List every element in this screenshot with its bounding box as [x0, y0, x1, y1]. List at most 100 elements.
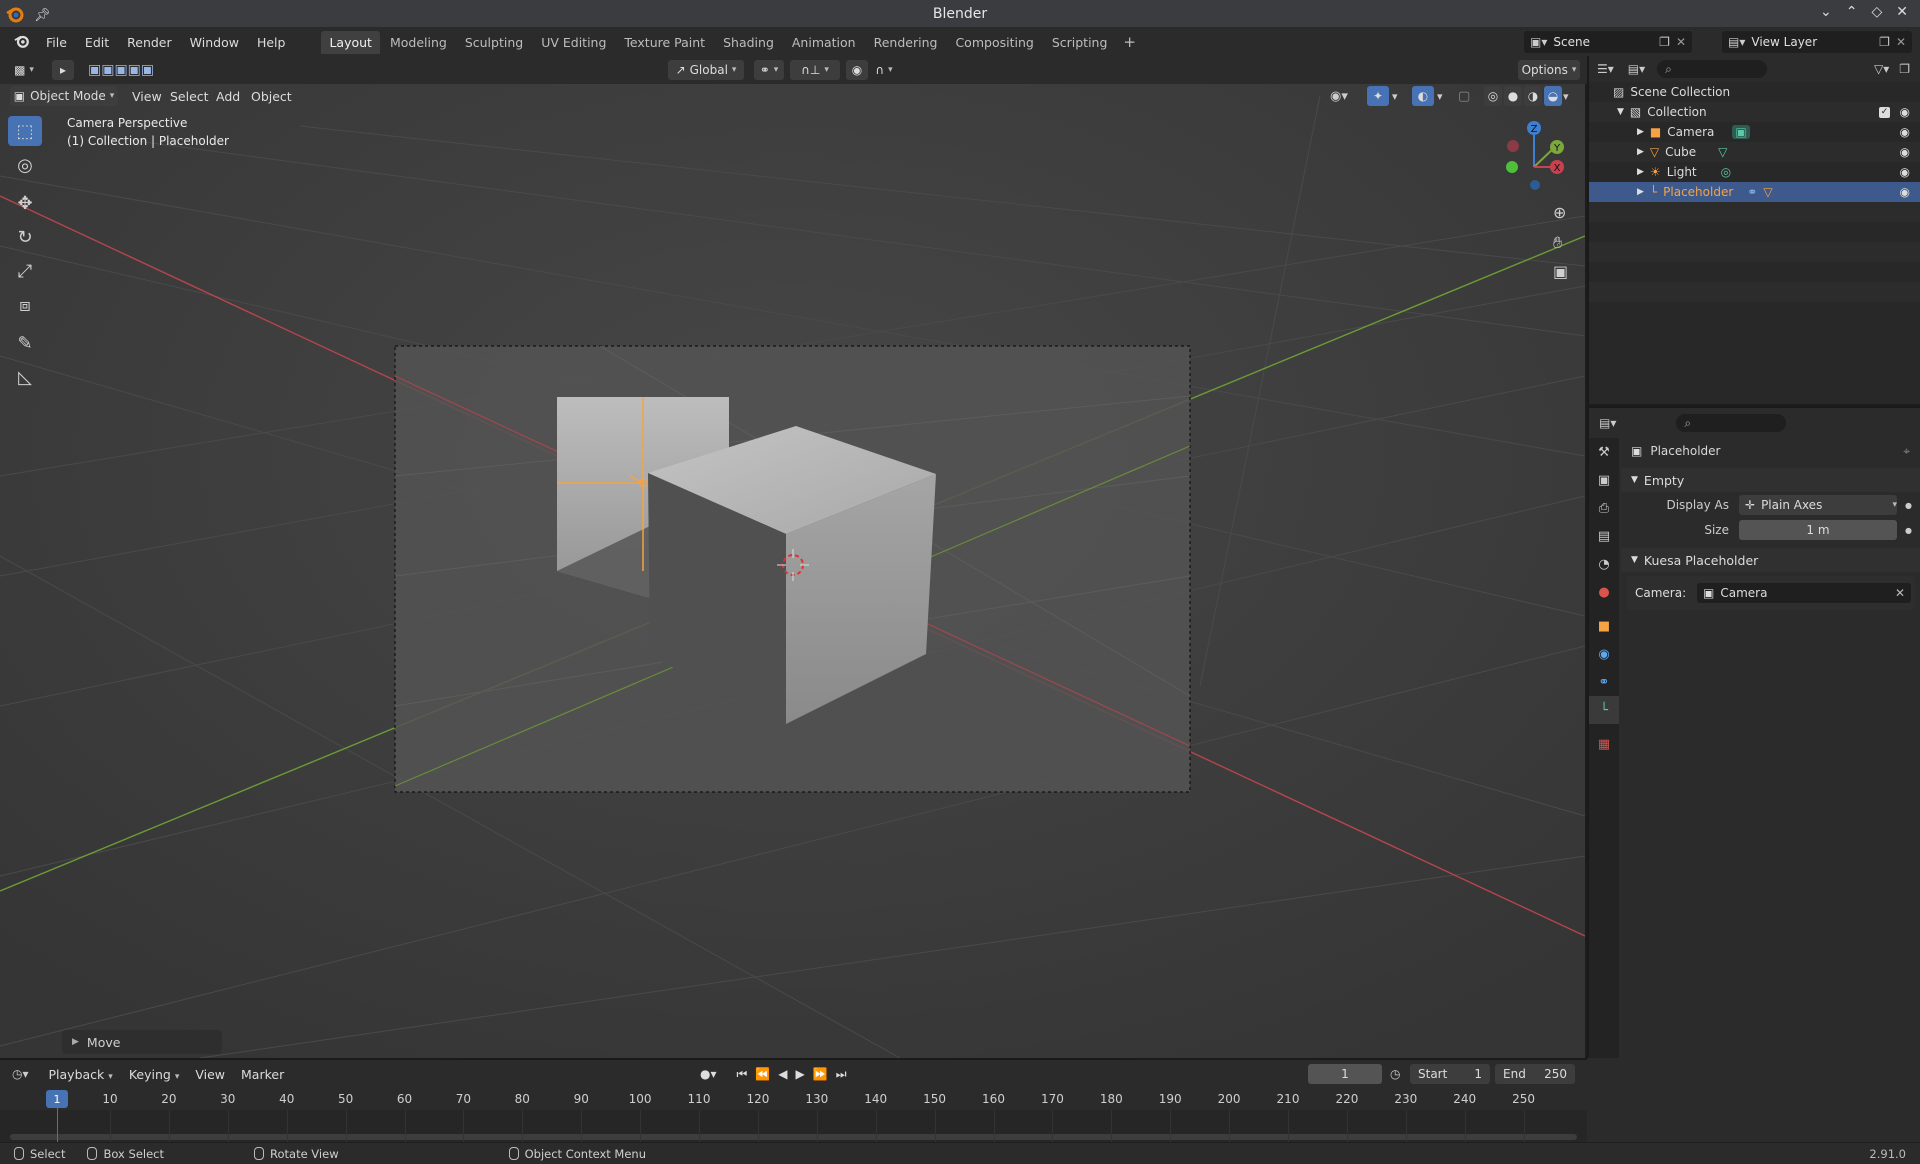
maximize-icon[interactable]: ⌃ [1846, 4, 1858, 20]
tab-shading[interactable]: Shading [715, 31, 782, 54]
rotate-tool-icon[interactable]: ↻ [8, 222, 42, 252]
jump-end-icon[interactable]: ⏭ [836, 1067, 847, 1082]
menu-window[interactable]: Window [182, 32, 247, 53]
preview-range-icon[interactable]: ◷ [1390, 1067, 1400, 1081]
measure-tool-icon[interactable]: ◺ [8, 362, 42, 392]
last-operator-panel[interactable]: ▶ Move [62, 1030, 222, 1054]
collection-exclude-checkbox[interactable]: ✓ [1879, 106, 1890, 118]
playhead-marker[interactable]: 1 [46, 1090, 68, 1108]
play-reverse-icon[interactable]: ◀ [778, 1067, 787, 1082]
restore-icon[interactable]: ◇ [1871, 4, 1882, 20]
menu-file[interactable]: File [38, 32, 75, 53]
tab-rendering[interactable]: Rendering [866, 31, 946, 54]
menu-edit[interactable]: Edit [77, 32, 117, 53]
scene-tab-icon[interactable]: ◔ [1589, 550, 1619, 578]
object-data-tab-icon[interactable]: └ [1589, 696, 1619, 724]
tool-tab-icon[interactable]: ⚒ [1589, 438, 1619, 466]
clear-camera-icon[interactable]: ✕ [1895, 586, 1905, 600]
pin-icon[interactable]: ⌖ [1903, 444, 1910, 459]
camera-view-icon[interactable]: ▣ [1553, 262, 1568, 281]
timeline-menu-view[interactable]: View [187, 1064, 233, 1085]
outliner-item-placeholder[interactable]: ▶ └ Placeholder ⚭ ▽ ◉ [1589, 182, 1920, 202]
material-shading-icon[interactable]: ◑ [1524, 86, 1542, 106]
display-as-dropdown[interactable]: ✛ Plain Axes [1739, 495, 1897, 515]
timeline-menu-keying[interactable]: Keying [121, 1064, 188, 1085]
light-visibility-icon[interactable]: ◉ [1900, 165, 1910, 179]
select-mode-icon[interactable]: ▸ [52, 60, 74, 80]
constraint-icon[interactable]: ⚭ [1747, 185, 1757, 199]
current-frame-field[interactable]: 1 [1308, 1064, 1382, 1084]
scale-tool-icon[interactable]: ⤢ [8, 256, 42, 286]
gizmo-dropdown-icon[interactable]: ▾ [1392, 90, 1398, 103]
select-box-tool-icon[interactable]: ⬚ [8, 116, 42, 146]
timeline-menu-marker[interactable]: Marker [233, 1064, 292, 1085]
tab-scripting[interactable]: Scripting [1044, 31, 1116, 54]
camera-expand-icon[interactable]: ▶ [1637, 127, 1644, 137]
options-dropdown[interactable]: Options [1518, 60, 1580, 80]
view-layer-name[interactable]: View Layer [1751, 35, 1879, 49]
size-keyframe-icon[interactable]: ● [1905, 526, 1912, 535]
jump-start-icon[interactable]: ⏮ [737, 1067, 748, 1082]
play-icon[interactable]: ▶ [796, 1067, 805, 1082]
move-tool-icon[interactable]: ✥ [8, 188, 42, 218]
world-tab-icon[interactable]: ● [1589, 578, 1619, 606]
menu-help[interactable]: Help [249, 32, 294, 53]
camera-visibility-icon[interactable]: ◉ [1900, 125, 1910, 139]
timeline-track[interactable] [0, 1110, 1587, 1144]
tab-compositing[interactable]: Compositing [947, 31, 1041, 54]
mode-dropdown[interactable]: ▣ Object Mode [10, 86, 118, 106]
pan-view-icon[interactable]: ✋︎ [1553, 233, 1562, 252]
outliner-item-camera[interactable]: ▶ ■ Camera ▣ ◉ [1589, 122, 1920, 142]
xray-icon[interactable]: ▢ [1458, 89, 1470, 104]
editor-type-icon[interactable]: ▩ [8, 60, 40, 80]
properties-search-field[interactable]: ⌕ [1676, 414, 1787, 432]
new-view-layer-icon[interactable]: ❐ [1879, 35, 1890, 49]
display-mode-icon[interactable]: ▤▾ [1628, 62, 1645, 76]
timeline-ruler[interactable]: 10 20 30 40 50 60 70 80 90 100 110 120 130 140 150 160 1… [0, 1088, 1587, 1110]
outliner-scene-collection[interactable]: ▨ Scene Collection [1589, 82, 1920, 102]
tab-sculpting[interactable]: Sculpting [457, 31, 531, 54]
shading-dropdown-icon[interactable]: ▾ [1563, 90, 1569, 103]
next-keyframe-icon[interactable]: ⏩ [813, 1067, 828, 1082]
record-icon[interactable]: ●▾ [700, 1067, 717, 1082]
cube-visibility-icon[interactable]: ◉ [1900, 145, 1910, 159]
tab-uv-editing[interactable]: UV Editing [533, 31, 614, 54]
empty-panel-header[interactable]: ▼ Empty [1621, 468, 1920, 492]
tab-texture-paint[interactable]: Texture Paint [616, 31, 713, 54]
tab-animation[interactable]: Animation [784, 31, 864, 54]
timeline-scrollbar[interactable] [10, 1134, 1577, 1140]
prev-keyframe-icon[interactable]: ⏪ [755, 1067, 770, 1082]
minimize-icon[interactable]: ⌄ [1820, 4, 1832, 20]
render-tab-icon[interactable]: ▣ [1589, 466, 1619, 494]
view-layer-selector[interactable]: ▤▾ View Layer ❐ ✕ [1722, 31, 1912, 53]
timeline-editor-icon[interactable]: ◷▾ [12, 1067, 29, 1081]
proportional-edit-icon[interactable]: ◉ [846, 60, 868, 80]
tab-modeling[interactable]: Modeling [382, 31, 455, 54]
snapping-icon[interactable]: ∩⊥ [790, 60, 840, 80]
overlays-dropdown-icon[interactable]: ▾ [1437, 90, 1443, 103]
add-workspace-button[interactable]: + [1117, 31, 1142, 53]
camera-data-icon[interactable]: ▣ [1732, 125, 1750, 139]
end-frame-field[interactable]: End 250 [1495, 1064, 1575, 1084]
new-scene-icon[interactable]: ❐ [1659, 35, 1670, 49]
light-data-icon[interactable]: ◎ [1721, 165, 1731, 179]
outliner-item-light[interactable]: ▶ ☀ Light ◎ ◉ [1589, 162, 1920, 182]
gizmo-toggle-icon[interactable]: ✦ [1367, 86, 1389, 106]
close-icon[interactable]: ✕ [1896, 4, 1908, 20]
filter-icon[interactable]: ▽▾ [1874, 62, 1889, 76]
cursor-tool-icon[interactable]: ◎ [8, 150, 42, 180]
timeline-menu-playback[interactable]: Playback [41, 1064, 121, 1085]
kuesa-panel-header[interactable]: ▼ Kuesa Placeholder [1621, 548, 1920, 572]
output-tab-icon[interactable]: ⎙ [1589, 494, 1619, 522]
collection-visibility-icon[interactable]: ◉ [1900, 105, 1910, 119]
zoom-view-icon[interactable]: ⊕ [1553, 203, 1566, 222]
visibility-icon[interactable]: ◉▾ [1330, 89, 1348, 104]
light-expand-icon[interactable]: ▶ [1637, 167, 1644, 177]
outliner-search-field[interactable]: ⌕ [1657, 60, 1768, 78]
overlays-toggle-icon[interactable]: ◐ [1412, 86, 1434, 106]
texture-tab-icon[interactable]: ▦ [1589, 730, 1619, 758]
new-collection-icon[interactable]: ❐ [1899, 62, 1910, 76]
mesh-link-icon[interactable]: ▽ [1763, 185, 1772, 199]
cube-expand-icon[interactable]: ▶ [1637, 147, 1644, 157]
display-as-keyframe-icon[interactable]: ● [1905, 501, 1912, 510]
